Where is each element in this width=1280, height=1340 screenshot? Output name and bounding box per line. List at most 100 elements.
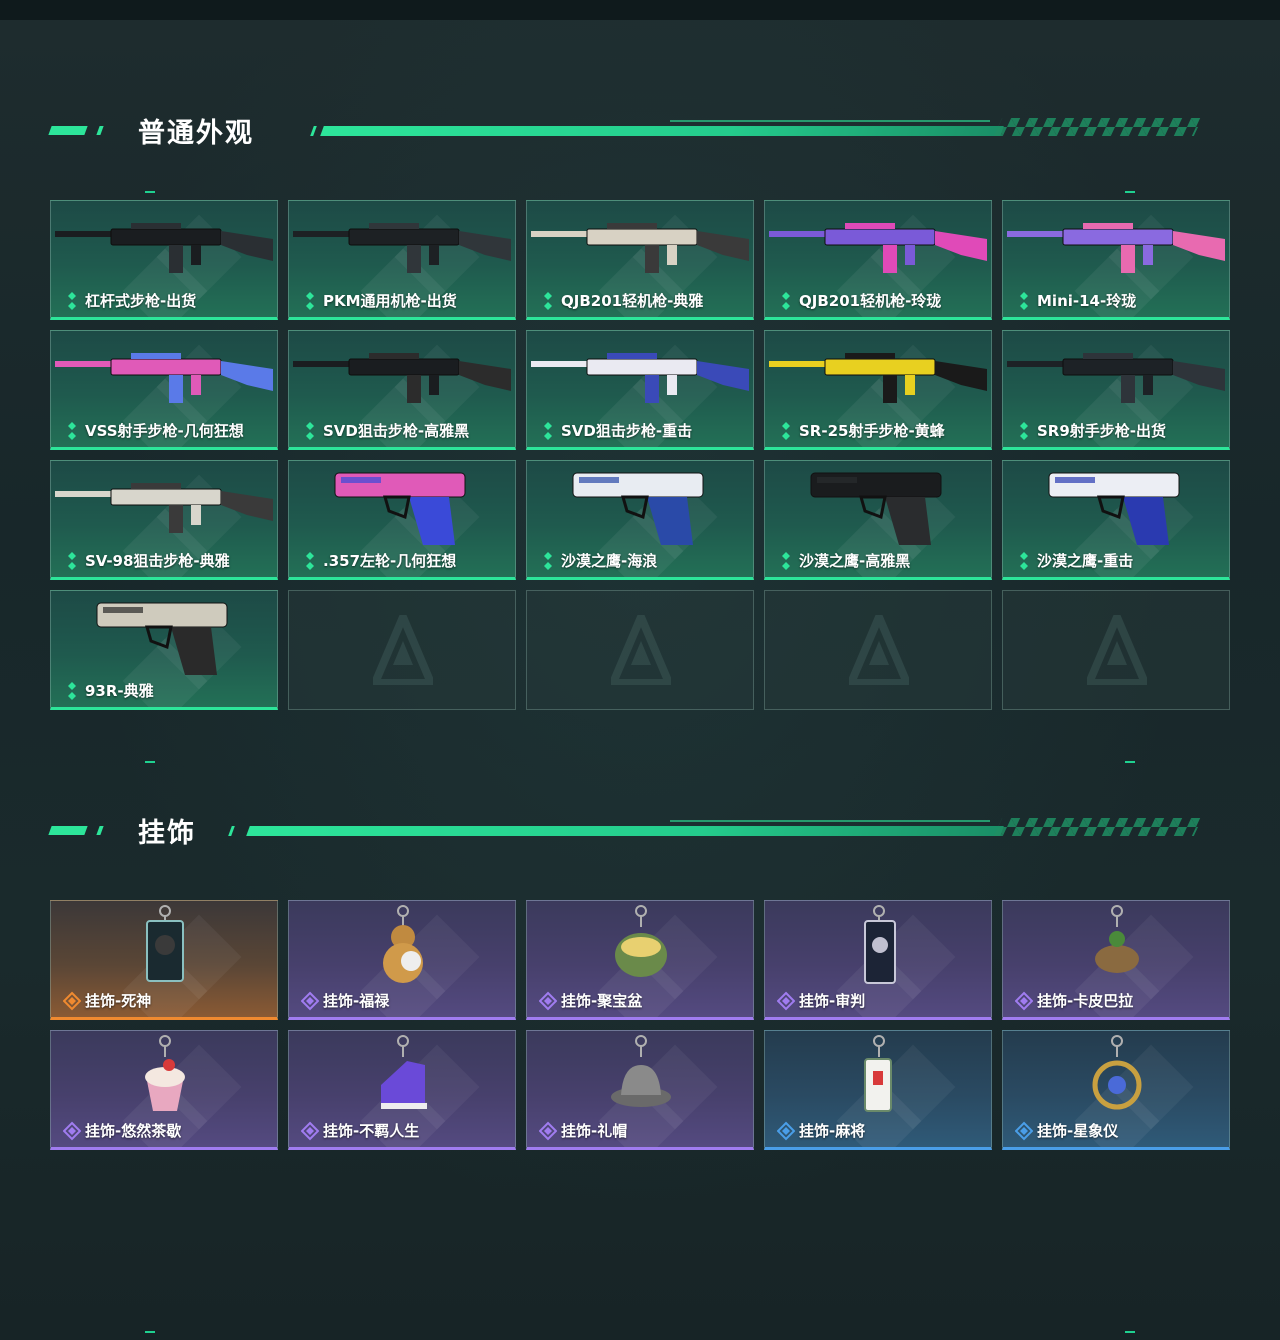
header-checker xyxy=(993,118,1203,136)
skin-tile[interactable]: Mini-14-玲珑 xyxy=(1002,200,1230,320)
rarity-icon xyxy=(63,421,81,441)
hat-charm-icon xyxy=(611,1035,671,1107)
skin-tile[interactable]: VSS射手步枪-几何狂想 xyxy=(50,330,278,450)
sneaker-charm-icon xyxy=(381,1035,427,1109)
machine-gun-icon xyxy=(293,223,511,273)
rarity-icon xyxy=(63,291,81,311)
rarity-icon xyxy=(776,991,796,1011)
frame-tick xyxy=(1125,761,1135,763)
skin-tile[interactable]: SR-25射手步枪-黄蜂 xyxy=(764,330,992,450)
rarity-icon xyxy=(539,291,557,311)
header-slash xyxy=(228,826,235,836)
skin-tile[interactable]: QJB201轻机枪-玲珑 xyxy=(764,200,992,320)
rarity-icon xyxy=(63,681,81,701)
rarity-icon xyxy=(1015,421,1033,441)
item-label: 沙漠之鹰-重击 xyxy=(1037,552,1134,570)
header-bar xyxy=(320,126,1004,136)
rarity-icon xyxy=(776,1121,796,1141)
header-dash xyxy=(48,126,88,135)
skin-tile[interactable]: 沙漠之鹰-海浪 xyxy=(526,460,754,580)
charm-tile[interactable]: 挂饰-死神 xyxy=(50,900,278,1020)
item-label: 挂饰-不羁人生 xyxy=(323,1122,420,1140)
item-label: 挂饰-聚宝盆 xyxy=(561,992,643,1010)
skin-tile[interactable]: 93R-典雅 xyxy=(50,590,278,710)
item-label: VSS射手步枪-几何狂想 xyxy=(85,422,244,440)
rarity-icon xyxy=(538,991,558,1011)
logo-watermark-icon xyxy=(611,615,671,685)
section-header-skins: 普通外观 xyxy=(48,118,1230,149)
empty-slot xyxy=(764,590,992,710)
item-label: QJB201轻机枪-玲珑 xyxy=(799,292,942,310)
pistol-icon xyxy=(1048,472,1180,545)
charm-tile[interactable]: 挂饰-福禄 xyxy=(288,900,516,1020)
rarity-icon xyxy=(301,291,319,311)
treasure-bowl-charm-icon xyxy=(615,905,667,977)
rarity-icon xyxy=(1014,991,1034,1011)
header-thin-line xyxy=(670,820,990,822)
item-label: .357左轮-几何狂想 xyxy=(323,552,457,570)
rarity-icon xyxy=(300,1121,320,1141)
logo-watermark-icon xyxy=(849,615,909,685)
section-title: 挂饰 xyxy=(138,818,196,849)
frame-tick xyxy=(145,1331,155,1333)
marksman-rifle-icon xyxy=(769,353,987,403)
item-label: 沙漠之鹰-高雅黑 xyxy=(799,552,911,570)
item-label: 93R-典雅 xyxy=(85,682,154,700)
capybara-charm-icon xyxy=(1095,905,1139,973)
charm-tile[interactable]: 挂饰-麻将 xyxy=(764,1030,992,1150)
header-dash xyxy=(48,826,88,835)
rarity-icon xyxy=(538,1121,558,1141)
item-label: 挂饰-审判 xyxy=(799,992,866,1010)
skin-tile[interactable]: 杠杆式步枪-出货 xyxy=(50,200,278,320)
header-slash xyxy=(310,126,317,136)
skin-tile[interactable]: SR9射手步枪-出货 xyxy=(1002,330,1230,450)
item-label: 沙漠之鹰-海浪 xyxy=(561,552,658,570)
frame-tick xyxy=(145,191,155,193)
charm-tile[interactable]: 挂饰-不羁人生 xyxy=(288,1030,516,1150)
rarity-icon xyxy=(539,551,557,571)
rifle-icon xyxy=(1007,223,1225,273)
sniper-rifle-icon xyxy=(293,353,511,403)
mahjong-tile-charm-icon xyxy=(864,1035,892,1112)
charm-tile[interactable]: 挂饰-礼帽 xyxy=(526,1030,754,1150)
lever-rifle-icon xyxy=(55,223,273,273)
skin-tile[interactable]: SV-98狙击步枪-典雅 xyxy=(50,460,278,580)
item-label: SR9射手步枪-出货 xyxy=(1037,422,1167,440)
light-machine-gun-icon xyxy=(531,223,749,273)
skin-tile[interactable]: 沙漠之鹰-重击 xyxy=(1002,460,1230,580)
skin-tile[interactable]: 沙漠之鹰-高雅黑 xyxy=(764,460,992,580)
item-label: 挂饰-死神 xyxy=(85,992,152,1010)
empty-slot xyxy=(526,590,754,710)
rarity-icon xyxy=(62,1121,82,1141)
rarity-icon xyxy=(300,991,320,1011)
item-label: 挂饰-福禄 xyxy=(323,992,390,1010)
item-label: 挂饰-悠然茶歇 xyxy=(85,1122,182,1140)
light-machine-gun-icon xyxy=(769,223,987,273)
judgment-card-charm-icon xyxy=(864,905,896,984)
charm-tile[interactable]: 挂饰-聚宝盆 xyxy=(526,900,754,1020)
charm-tile[interactable]: 挂饰-悠然茶歇 xyxy=(50,1030,278,1150)
section-title: 普通外观 xyxy=(138,118,254,149)
reaper-card-charm-icon xyxy=(146,905,184,982)
gourd-charm-icon xyxy=(383,905,423,983)
rarity-icon xyxy=(301,421,319,441)
rarity-icon xyxy=(777,551,795,571)
item-label: 杠杆式步枪-出货 xyxy=(85,292,197,310)
pistol-icon xyxy=(96,602,228,675)
header-bar xyxy=(246,826,1004,836)
charm-tile[interactable]: 挂饰-审判 xyxy=(764,900,992,1020)
skin-tile[interactable]: QJB201轻机枪-典雅 xyxy=(526,200,754,320)
logo-watermark-icon xyxy=(1087,615,1147,685)
charm-tile[interactable]: 挂饰-星象仪 xyxy=(1002,1030,1230,1150)
header-dash xyxy=(96,126,104,135)
top-bar xyxy=(0,0,1280,20)
frame-tick xyxy=(1125,1331,1135,1333)
skin-tile[interactable]: SVD狙击步枪-高雅黑 xyxy=(288,330,516,450)
rarity-icon xyxy=(1014,1121,1034,1141)
skin-tile[interactable]: .357左轮-几何狂想 xyxy=(288,460,516,580)
skin-tile[interactable]: SVD狙击步枪-重击 xyxy=(526,330,754,450)
charm-tile[interactable]: 挂饰-卡皮巴拉 xyxy=(1002,900,1230,1020)
logo-watermark-icon xyxy=(373,615,433,685)
item-label: 挂饰-星象仪 xyxy=(1037,1122,1119,1140)
skin-tile[interactable]: PKM通用机枪-出货 xyxy=(288,200,516,320)
